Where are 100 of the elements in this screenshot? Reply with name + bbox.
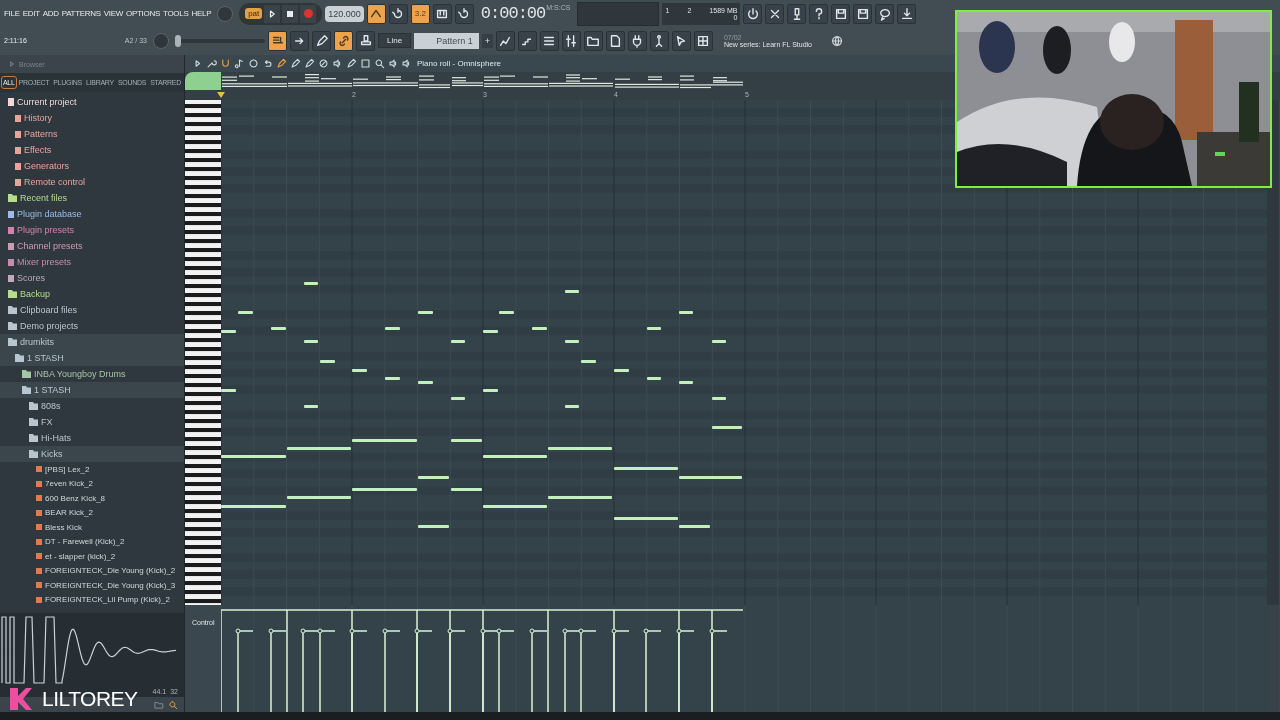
toolbar-button[interactable] (454, 3, 474, 24)
scrollbar[interactable] (1267, 100, 1279, 605)
slider-thumb[interactable] (175, 34, 181, 47)
piano-keyboard[interactable] (185, 100, 221, 605)
mixer-icon (564, 33, 579, 48)
tree-item[interactable]: Channel presets (17, 241, 83, 251)
tree-item[interactable]: Mixer presets (17, 257, 71, 267)
toolbar-button[interactable] (583, 30, 603, 51)
toolbar-button[interactable] (671, 30, 691, 51)
pattern-corner (185, 72, 221, 90)
tree-item[interactable]: Generators (24, 161, 70, 171)
tree-item[interactable]: FOREIGNTECK_Die Young (Kick)_2 (45, 566, 176, 576)
toolbar-button[interactable] (765, 3, 785, 24)
tree-item[interactable]: Effects (24, 145, 52, 155)
menu-item[interactable]: FILE (4, 9, 20, 18)
tree-item[interactable]: FX (41, 417, 53, 427)
tree-item[interactable]: FOREIGNTECK_Die Young (Kick)_3 (45, 580, 176, 590)
toolbar-button[interactable] (388, 3, 408, 24)
stop-button[interactable] (282, 4, 299, 23)
pencil-icon (314, 33, 329, 48)
toolbar-button[interactable] (693, 30, 713, 51)
tree-item[interactable]: Hi-Hats (41, 433, 71, 443)
pattern-selector[interactable]: Pattern 1 (414, 32, 479, 49)
toolbar-button[interactable] (627, 30, 647, 51)
toolbar-button[interactable] (787, 3, 807, 24)
save-icon (833, 6, 848, 21)
toolbar-button[interactable] (290, 30, 309, 51)
record-icon (303, 9, 313, 18)
grid-icon (696, 33, 711, 48)
chat-icon (877, 6, 892, 21)
toolbar-button[interactable] (743, 3, 763, 24)
toolbar-button[interactable] (561, 30, 581, 51)
menu-item[interactable]: ADD (42, 9, 59, 18)
menu-item[interactable]: TOOLS (163, 9, 189, 18)
tree-item[interactable]: 7even Kick_2 (45, 479, 94, 489)
menu-item[interactable]: HELP (191, 9, 212, 18)
toolbar-button[interactable] (334, 30, 353, 51)
tree-item[interactable]: 1 STASH (34, 385, 71, 395)
tree-item[interactable]: Remote control (24, 177, 86, 187)
tree-item[interactable]: FOREIGNTECK_Lil Pump (Kick)_2 (45, 595, 170, 605)
search-icon (168, 699, 178, 710)
pattern-song-switch[interactable]: pat (245, 8, 263, 19)
tree-row-highlight[interactable]: 1 STASH (0, 382, 184, 398)
tree-row-highlight[interactable]: drumkits (0, 334, 184, 350)
toolbar-button[interactable] (831, 3, 851, 24)
scrollbar[interactable] (1267, 605, 1279, 712)
tree-item[interactable]: et - slapper (kick)_2 (45, 551, 116, 561)
tree-item[interactable]: INBA Youngboy Drums (34, 369, 126, 379)
tree-row-highlight[interactable]: Kicks (0, 446, 184, 462)
toolbar-button[interactable] (432, 3, 452, 24)
stop-icon (287, 10, 294, 17)
menu-item[interactable]: PATTERNS (61, 9, 101, 18)
toolbar-button[interactable] (356, 30, 375, 51)
add-pattern-button[interactable]: + (481, 33, 493, 48)
toolbar-button[interactable] (495, 30, 515, 51)
tree-item[interactable]: Clipboard files (20, 305, 78, 315)
toolbar-button[interactable] (875, 3, 895, 24)
midi-notes-drawing[interactable] (221, 282, 742, 528)
tree-item[interactable]: DT - Farewell (Kick)_2 (45, 537, 125, 547)
tree-item[interactable]: 600 Benz Kick_8 (45, 493, 106, 503)
menu-item[interactable]: VIEW (103, 9, 124, 18)
tree-item[interactable]: Recent files (20, 193, 68, 203)
toolbar-button[interactable] (605, 30, 625, 51)
tree-item[interactable]: Patterns (24, 129, 58, 139)
tree-item[interactable]: 808s (41, 401, 61, 411)
tree-item[interactable]: drumkits (20, 337, 54, 347)
menu-item[interactable]: OPTIONS (126, 9, 160, 18)
tree-item[interactable]: History (24, 113, 52, 123)
play-button[interactable] (264, 4, 281, 23)
tree-item[interactable]: Bless Kick (45, 522, 82, 532)
tree-row-highlight[interactable]: 1 STASH (0, 350, 184, 366)
tree-item[interactable]: Plugin presets (17, 225, 75, 235)
tree-item[interactable]: Plugin database (17, 209, 82, 219)
link-icon (336, 33, 351, 48)
toolbar-button[interactable] (517, 30, 537, 51)
velocity-bars-drawing[interactable] (221, 609, 744, 712)
toolbar-button[interactable] (312, 30, 331, 51)
toolbar-button[interactable]: 3.2 (410, 3, 430, 24)
tempo-display[interactable]: 120.000 (325, 5, 364, 22)
toolbar-button[interactable] (809, 3, 829, 24)
toolbar-button[interactable] (366, 3, 386, 24)
tree-item[interactable]: BEAR Kick_2 (45, 508, 94, 518)
channel-name: LILTOREY (42, 687, 138, 711)
menu-item[interactable]: EDIT (22, 9, 40, 18)
toolbar-button[interactable] (649, 30, 669, 51)
tree-item[interactable]: Scores (17, 273, 45, 283)
toolbar-button[interactable] (853, 3, 873, 24)
tree-item[interactable]: [PBS] Lex_2 (45, 464, 90, 474)
toolbar-button[interactable] (539, 30, 559, 51)
save-icon (855, 6, 870, 21)
caret-icon (8, 60, 16, 68)
tree-item[interactable]: Demo projects (20, 321, 79, 331)
toolbar-button[interactable] (268, 30, 287, 51)
toolbar-button[interactable] (897, 3, 917, 24)
tree-item[interactable]: Current project (17, 97, 77, 107)
tree-item[interactable]: Backup (20, 289, 51, 299)
tree-item[interactable]: Kicks (41, 449, 63, 459)
speaker-icon (401, 58, 412, 69)
tree-item[interactable]: 1 STASH (27, 353, 64, 363)
snap-selector[interactable]: Line (378, 33, 412, 48)
